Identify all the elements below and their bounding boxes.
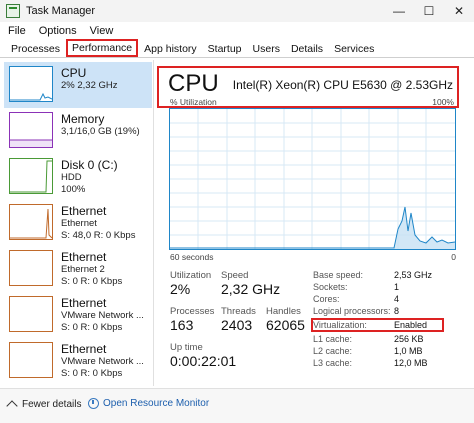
menu-file[interactable]: File [8,25,26,37]
cpu-utilization-graph [169,108,456,250]
menu-bar: File Options View [0,22,126,40]
sidebar-item-detail: 3,1/16,0 GB (19%) [61,126,140,137]
sidebar-item-detail: 2% 2,32 GHz [61,80,118,91]
threads-value: 2403 [221,317,253,333]
window-title: Task Manager [26,5,96,17]
cpu-model-name: Intel(R) Xeon(R) CPU E5630 @ 2.53GHz [232,78,453,92]
open-resource-monitor-link[interactable]: Open Resource Monitor [88,398,209,409]
sidebar-item-ethernet-3[interactable]: Ethernet VMware Network ... S: 0 R: 0 Kb… [4,292,152,338]
uptime-value: 0:00:22:01 [170,353,237,369]
tab-services[interactable]: Services [329,41,379,57]
resource-sidebar: CPU 2% 2,32 GHz Memory 3,1/16,0 GB (19%)… [4,62,152,384]
page-title: CPU [168,70,219,97]
task-manager-icon [6,4,20,18]
footer-bar: Fewer details Open Resource Monitor [0,388,474,423]
tab-users[interactable]: Users [248,41,285,57]
sidebar-item-title: Ethernet [61,250,107,264]
sidebar-item-detail: Ethernet [61,218,97,229]
sidebar-item-detail: 100% [61,183,86,195]
stat-processes: Processes 163 [170,306,215,333]
window-controls: — ☐ ✕ [384,0,474,22]
sidebar-item-detail: HDD [61,172,82,183]
sidebar-item-detail: S: 48,0 R: 0 Kbps [61,229,136,241]
sidebar-item-title: Ethernet [61,204,107,218]
handles-value: 62065 [266,317,305,333]
ethernet-thumbnail-graph [9,342,53,378]
menu-view[interactable]: View [90,25,114,37]
sidebar-item-title: Ethernet [61,342,107,356]
sidebar-item-detail: S: 0 R: 0 Kbps [61,321,123,333]
spec-row: Base speed: 2,53 GHz [313,270,433,280]
sidebar-item-disk[interactable]: Disk 0 (C:) HDD 100% [4,154,152,200]
stat-threads: Threads 2403 [221,306,256,333]
spec-row: Logical processors: 8 [313,306,400,316]
fewer-details-label: Fewer details [22,398,82,410]
sidebar-item-title: Memory [61,112,105,126]
spec-row: L1 cache: 256 KB [313,334,424,344]
tab-bar: Processes Performance App history Startu… [0,39,474,58]
stat-utilization: Utilization 2% [170,270,212,297]
title-bar: Task Manager — ☐ ✕ [0,0,474,22]
minimize-button[interactable]: — [384,0,414,22]
sidebar-item-ethernet-2[interactable]: Ethernet Ethernet 2 S: 0 R: 0 Kbps [4,246,152,292]
ethernet-thumbnail-graph [9,250,53,286]
stat-uptime: Up time 0:00:22:01 [170,342,237,369]
sidebar-item-title: CPU [61,66,87,80]
tab-performance[interactable]: Performance [66,39,139,57]
sidebar-item-title: Disk 0 (C:) [61,158,118,172]
tab-details[interactable]: Details [286,41,328,57]
utilization-value: 2% [170,281,191,297]
graph-time-label: 60 seconds [170,252,214,262]
virtualization-highlight [311,318,444,332]
fewer-details-button[interactable]: Fewer details [6,398,82,412]
sidebar-item-cpu[interactable]: CPU 2% 2,32 GHz [4,62,152,108]
sidebar-item-detail: S: 0 R: 0 Kbps [61,275,123,287]
menu-options[interactable]: Options [39,25,77,37]
tab-startup[interactable]: Startup [203,41,247,57]
disk-thumbnail-graph [9,158,53,194]
processes-value: 163 [170,317,194,333]
stat-handles: Handles 62065 [266,306,305,333]
sidebar-item-detail: VMware Network ... [61,356,144,367]
maximize-button[interactable]: ☐ [414,0,444,22]
graph-zero-label: 0 [451,252,456,262]
utilization-axis-label: % Utilization [170,97,217,107]
close-button[interactable]: ✕ [444,0,474,22]
speed-value: 2,32 GHz [221,281,281,297]
utilization-axis-max: 100% [432,97,454,107]
cpu-graph-svg [170,109,455,249]
open-resource-monitor-label: Open Resource Monitor [103,398,210,409]
memory-thumbnail-graph [9,112,53,148]
spec-row: L3 cache: 12,0 MB [313,358,428,368]
spec-row: Sockets: 1 [313,282,400,292]
panel-divider [153,60,154,386]
sidebar-item-detail: VMware Network ... [61,310,144,321]
sidebar-item-title: Ethernet [61,296,107,310]
sidebar-item-memory[interactable]: Memory 3,1/16,0 GB (19%) [4,108,152,154]
chevron-up-icon [6,400,18,412]
tab-app-history[interactable]: App history [139,41,202,57]
cpu-thumbnail-graph [9,66,53,102]
stat-speed: Speed 2,32 GHz [221,270,281,297]
cpu-header: CPU Intel(R) Xeon(R) CPU E5630 @ 2.53GHz… [157,66,459,108]
sidebar-item-detail: S: 0 R: 0 Kbps [61,367,123,379]
tab-processes[interactable]: Processes [6,41,65,57]
ethernet-thumbnail-graph [9,204,53,240]
sidebar-item-ethernet-4[interactable]: Ethernet VMware Network ... S: 0 R: 0 Kb… [4,338,152,384]
ethernet-thumbnail-graph [9,296,53,332]
sidebar-item-ethernet-1[interactable]: Ethernet Ethernet S: 48,0 R: 0 Kbps [4,200,152,246]
spec-row: Cores: 4 [313,294,400,304]
sidebar-item-detail: Ethernet 2 [61,264,105,275]
spec-row: L2 cache: 1,0 MB [313,346,423,356]
resource-monitor-icon [88,398,99,409]
